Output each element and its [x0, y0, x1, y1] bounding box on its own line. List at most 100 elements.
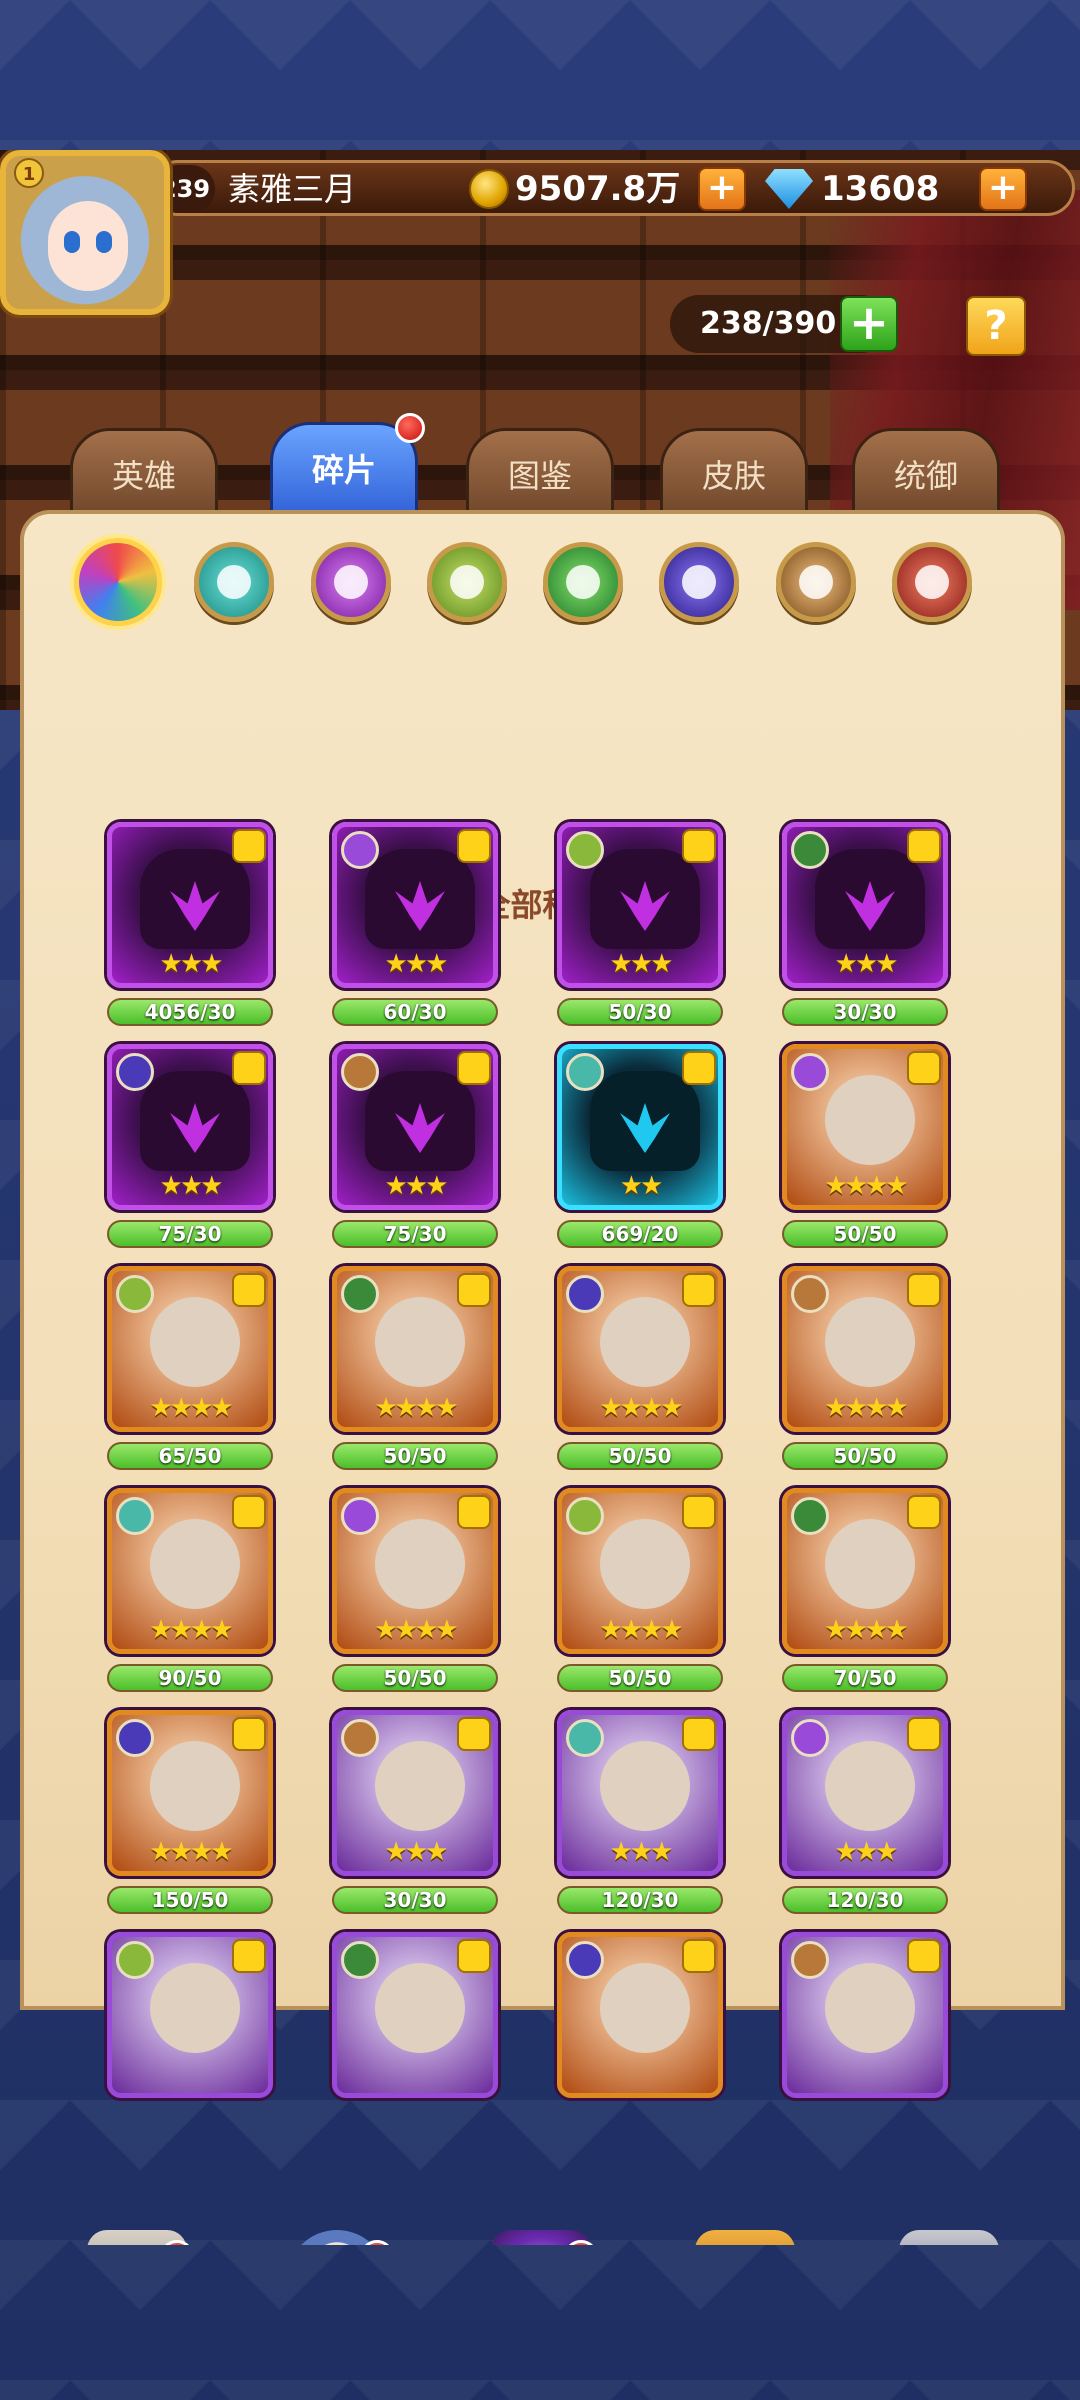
diamond-icon: [765, 169, 813, 209]
hero-fragment-card[interactable]: ★★★★: [107, 1488, 273, 1654]
hero-fragment-card[interactable]: ★★★: [332, 1710, 498, 1876]
light-glyph-icon: [799, 565, 833, 599]
race-badge-icon: [566, 1275, 604, 1313]
gold-amount: 9507.8万: [515, 169, 681, 209]
player-name: 素雅三月: [228, 170, 357, 208]
hero-fragment-card[interactable]: ★★★★: [332, 1488, 498, 1654]
add-gems-button[interactable]: +: [979, 167, 1027, 211]
hero-fragment-card[interactable]: ★★★★: [782, 1266, 948, 1432]
fragment-count: 50/50: [833, 1444, 897, 1468]
fragment-progress-bar: 75/30: [107, 1220, 273, 1248]
help-button[interactable]: ?: [966, 296, 1026, 356]
fragment-progress-bar: 75/30: [332, 1220, 498, 1248]
forest-race-filter-icon[interactable]: [194, 542, 274, 622]
race-badge-icon: [791, 1497, 829, 1535]
fragment-count: 60/30: [383, 1000, 447, 1024]
top-bar: 239 素雅三月 9507.8万 + 13608 +: [150, 160, 1075, 216]
star-rating: ★★★: [834, 1837, 899, 1867]
gem-amount: 13608: [821, 169, 940, 209]
race-badge-icon: [116, 1053, 154, 1091]
avatar-eye-right: [96, 231, 112, 253]
abyss-race-filter-icon[interactable]: [659, 542, 739, 622]
light-race-filter-icon[interactable]: [776, 542, 856, 622]
race-badge-icon: [791, 1941, 829, 1979]
fragment-progress-bar: 120/30: [782, 1886, 948, 1914]
hero-fragment-card[interactable]: ★★★: [782, 1710, 948, 1876]
hero-portrait-icon: [150, 1297, 240, 1387]
hero-fragment-card[interactable]: ★★★: [107, 822, 273, 988]
hero-fragment-card[interactable]: [557, 1932, 723, 2098]
puzzle-piece-icon: [232, 1495, 266, 1529]
dark-race-filter-icon[interactable]: [892, 542, 972, 622]
race-badge-icon: [566, 1941, 604, 1979]
hero-fragment-card[interactable]: ★★★★: [557, 1488, 723, 1654]
nav-backpack[interactable]: 背包: [660, 2220, 830, 2245]
fortress-race-filter-icon[interactable]: [427, 542, 507, 622]
hero-portrait-icon: [825, 1297, 915, 1387]
tab-fragments[interactable]: 碎片: [270, 413, 425, 522]
hero-fragment-card[interactable]: ★★★: [782, 822, 948, 988]
hero-fragment-card[interactable]: ★★★★: [557, 1266, 723, 1432]
hero-fragment-card[interactable]: ★★★★: [107, 1710, 273, 1876]
puzzle-piece-icon: [457, 1273, 491, 1307]
fragment-progress-bar: 50/50: [332, 1442, 498, 1470]
star-rating: ★★★: [159, 949, 224, 979]
nav-heroes[interactable]: 英雄: [252, 2220, 422, 2245]
add-gold-button[interactable]: +: [698, 167, 746, 211]
shadow-race-filter-icon[interactable]: [311, 542, 391, 622]
hero-portrait-icon: [600, 1519, 690, 1609]
shadow-glyph-icon: [334, 565, 368, 599]
backpack-icon: [695, 2230, 795, 2245]
hero-fragment-card[interactable]: [782, 1932, 948, 2098]
nav-main-city[interactable]: 主城: [52, 2220, 222, 2245]
fragment-progress-bar: 50/50: [782, 1442, 948, 1470]
fragment-progress-bar: 50/50: [332, 1664, 498, 1692]
hero-fragment-card[interactable]: ★★★★: [782, 1044, 948, 1210]
hero-fragment-card[interactable]: ★★★★: [782, 1488, 948, 1654]
star-rating: ★★★: [834, 949, 899, 979]
puzzle-piece-icon: [907, 1939, 941, 1973]
fragment-progress-bar: 120/30: [557, 1886, 723, 1914]
hero-fragment-card[interactable]: [332, 1932, 498, 2098]
nature-race-filter-icon[interactable]: [543, 542, 623, 622]
hero-fragment-card[interactable]: [107, 1932, 273, 2098]
fragment-count: 30/30: [383, 1888, 447, 1912]
all-races-filter-icon[interactable]: [74, 538, 162, 626]
race-badge-icon: [116, 1941, 154, 1979]
fragment-count: 75/30: [383, 1222, 447, 1246]
puzzle-piece-icon: [232, 1273, 266, 1307]
star-rating: ★★★★: [149, 1615, 233, 1645]
hero-portrait-icon: [150, 1963, 240, 2053]
dark-glyph-icon: [915, 565, 949, 599]
hero-fragment-card[interactable]: ★★★: [332, 1044, 498, 1210]
puzzle-piece-icon: [907, 1273, 941, 1307]
fragment-progress-bar: 4056/30: [107, 998, 273, 1026]
star-rating: ★★★★: [374, 1393, 458, 1423]
hero-fragment-card[interactable]: ★★★★: [107, 1266, 273, 1432]
notification-dot: [395, 413, 425, 443]
hero-portrait-icon: [150, 1519, 240, 1609]
hero-fragment-card[interactable]: ★★★: [107, 1044, 273, 1210]
hero-fragment-card[interactable]: ★★★: [557, 822, 723, 988]
hero-fragment-card[interactable]: ★★★: [557, 1710, 723, 1876]
fragment-count: 50/50: [383, 1444, 447, 1468]
nav-guild[interactable]: 公会: [864, 2220, 1034, 2245]
race-badge-icon: [341, 1497, 379, 1535]
gold-coin-icon: [469, 169, 509, 209]
puzzle-piece-icon: [682, 1717, 716, 1751]
guild-tower-icon: [899, 2230, 999, 2245]
race-badge-icon: [791, 1053, 829, 1091]
expand-capacity-button[interactable]: +: [840, 296, 898, 352]
fragment-progress-bar: 150/50: [107, 1886, 273, 1914]
player-avatar[interactable]: 1: [0, 150, 170, 315]
race-badge-icon: [341, 1719, 379, 1757]
hero-fragment-card[interactable]: ★★★★: [332, 1266, 498, 1432]
puzzle-piece-icon: [232, 1051, 266, 1085]
hero-fragment-card[interactable]: ★★★: [332, 822, 498, 988]
avatar-eye-left: [64, 231, 80, 253]
nav-explore[interactable]: 探险: [456, 2220, 626, 2245]
star-rating: ★★★★: [599, 1615, 683, 1645]
nature-glyph-icon: [566, 565, 600, 599]
game-frame: 239 素雅三月 9507.8万 + 13608 + 1 238/390 + ?…: [0, 150, 1080, 2245]
hero-fragment-card[interactable]: ★★: [557, 1044, 723, 1210]
